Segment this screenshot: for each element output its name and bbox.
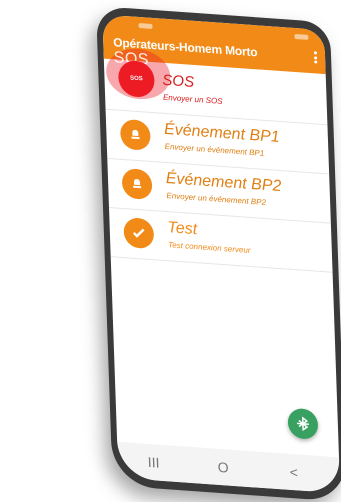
- action-list: SOS SOS SOS Envoyer un SOS Événement BP1…: [103, 46, 333, 273]
- app-screen: Opérateurs-Homem Morto SOS SOS SOS Envoy…: [102, 14, 341, 494]
- home-button[interactable]: O: [217, 459, 228, 476]
- system-nav-bar: III O <: [117, 441, 341, 494]
- status-icon: [294, 33, 309, 40]
- back-button[interactable]: <: [289, 464, 298, 481]
- list-item-subtitle: Envoyer un SOS: [162, 92, 223, 106]
- bluetooth-off-icon: [296, 416, 309, 432]
- bluetooth-fab-button[interactable]: [287, 407, 319, 440]
- sos-badge-label: SOS: [129, 75, 143, 83]
- recent-apps-button[interactable]: III: [147, 454, 159, 471]
- alarm-bell-icon: [119, 118, 151, 151]
- alarm-bell-icon: [121, 167, 153, 201]
- status-icon: [138, 22, 153, 29]
- check-icon: [123, 217, 155, 250]
- list-item-title: SOS: [162, 71, 195, 91]
- list-item-title: Test: [167, 219, 198, 239]
- phone-frame: Opérateurs-Homem Morto SOS SOS SOS Envoy…: [96, 6, 341, 502]
- list-item-subtitle: Test connexion serveur: [167, 240, 251, 255]
- overflow-menu-icon[interactable]: [313, 51, 318, 64]
